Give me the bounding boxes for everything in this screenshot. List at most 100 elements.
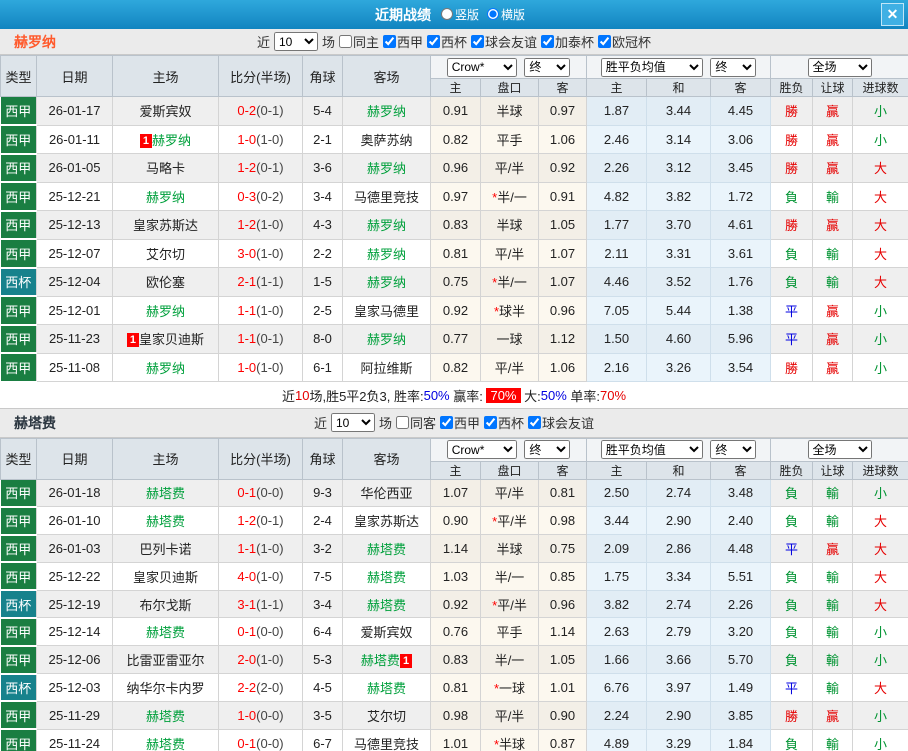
cell-date: 25-12-22 xyxy=(36,561,113,591)
layout-mode-option[interactable]: 横版 xyxy=(487,6,525,23)
away-team-name: 奥萨苏纳 xyxy=(360,132,413,148)
cell-competition-type: 西甲 xyxy=(0,296,37,326)
competition-filter[interactable]: 球会友谊 xyxy=(528,413,594,432)
competition-filter[interactable]: 西甲 xyxy=(382,32,423,51)
summary-part: 10 xyxy=(294,387,310,403)
halftime-score: (1-0) xyxy=(256,568,284,584)
cell-away-team: 赫塔费 xyxy=(342,534,431,563)
cell-handicap: *平/半 xyxy=(480,589,539,619)
cell-score: 0-1(0-0) xyxy=(218,478,303,508)
match-count-select[interactable]: 10 xyxy=(273,32,318,51)
competition-checkbox[interactable] xyxy=(427,35,440,48)
match-row: 西甲 25-11-08 赫罗纳 1-0(1-0) 6-1 阿拉维斯 0.82 平… xyxy=(0,352,908,383)
competition-checkbox[interactable] xyxy=(382,35,396,48)
layout-mode-radio[interactable] xyxy=(487,8,499,21)
home-team-name: 赫塔费 xyxy=(145,625,185,641)
halftime-score: (1-1) xyxy=(256,596,284,612)
col-odds-away: 客 xyxy=(538,460,587,480)
cell-avg-draw: 3.29 xyxy=(646,728,711,751)
close-icon[interactable]: ✕ xyxy=(881,3,904,26)
competition-checkbox[interactable] xyxy=(541,35,555,48)
cell-wdl-result: 負 xyxy=(770,589,814,619)
competition-filter[interactable]: 球会友谊 xyxy=(471,32,537,51)
scope-select[interactable]: 全场 xyxy=(807,57,872,77)
same-venue-checkbox[interactable] xyxy=(338,35,352,48)
competition-checkbox[interactable] xyxy=(484,416,498,429)
odds-company-select[interactable]: Crow* xyxy=(446,440,517,459)
cell-score: 2-2(2-0) xyxy=(218,673,303,702)
competition-checkbox[interactable] xyxy=(598,35,612,48)
competition-filter[interactable]: 欧冠杯 xyxy=(598,32,651,51)
layout-mode-radio[interactable] xyxy=(440,8,453,21)
cell-date: 26-01-03 xyxy=(36,534,113,563)
cell-wdl-result: 負 xyxy=(770,728,814,751)
avg-select-cell: 胜平负均值 终 xyxy=(585,437,772,462)
col-odds-home: 主 xyxy=(430,78,481,97)
cell-handicap: 平/半 xyxy=(480,153,539,183)
cell-avg-draw: 2.79 xyxy=(646,617,711,647)
scope-select[interactable]: 全场 xyxy=(807,440,872,459)
col-avg-draw: 和 xyxy=(646,78,711,97)
match-row: 西甲 26-01-17 爱斯宾奴 0-2(0-1) 5-4 赫罗纳 0.91 半… xyxy=(0,96,908,126)
final-odds-select[interactable]: 终 xyxy=(524,440,571,459)
same-venue-checkbox[interactable] xyxy=(395,416,409,429)
cell-away-team: 赫罗纳 xyxy=(342,267,431,297)
cell-avg-away: 2.26 xyxy=(709,589,772,619)
halftime-score: (1-0) xyxy=(256,359,284,375)
cell-avg-draw: 3.31 xyxy=(646,238,711,268)
cell-away-team: 爱斯宾奴 xyxy=(342,617,431,647)
final-avg-select[interactable]: 终 xyxy=(710,440,757,459)
cell-date: 26-01-10 xyxy=(36,506,113,536)
away-team-name: 皇家马德里 xyxy=(353,303,419,319)
cell-home-odds: 0.75 xyxy=(430,267,481,297)
avg-type-select[interactable]: 胜平负均值 xyxy=(600,57,703,77)
competition-checkbox[interactable] xyxy=(471,35,485,48)
cell-competition-type: 西甲 xyxy=(0,96,37,126)
odds-company-select[interactable]: Crow* xyxy=(446,57,517,77)
avg-type-select[interactable]: 胜平负均值 xyxy=(600,440,703,459)
cell-competition-type: 西甲 xyxy=(0,153,37,183)
cell-wdl-result: 負 xyxy=(770,506,814,536)
competition-filter[interactable]: 加泰杯 xyxy=(541,32,594,51)
same-venue-filter[interactable]: 同客 xyxy=(395,413,436,432)
cell-wdl-result: 勝 xyxy=(770,96,814,126)
cell-avg-home: 2.26 xyxy=(586,153,647,183)
final-odds-select[interactable]: 终 xyxy=(524,57,571,77)
layout-mode-label: 竖版 xyxy=(454,7,479,22)
halftime-score: (1-0) xyxy=(256,302,284,318)
competition-filter[interactable]: 西甲 xyxy=(440,413,480,432)
fulltime-score: 1-1 xyxy=(237,331,257,347)
cell-corner: 3-4 xyxy=(302,181,343,211)
competition-checkbox[interactable] xyxy=(528,416,542,429)
cell-avg-draw: 3.44 xyxy=(646,96,711,126)
away-team-name: 赫塔费 xyxy=(366,569,406,585)
cell-competition-type: 西杯 xyxy=(0,590,37,619)
cell-away-team: 赫塔费 1 xyxy=(342,645,431,675)
cell-corner: 8-0 xyxy=(302,324,343,354)
final-avg-select[interactable]: 终 xyxy=(710,57,757,77)
match-count-select[interactable]: 10 xyxy=(330,413,375,432)
cell-goals-result: 小 xyxy=(852,617,908,647)
fulltime-score: 3-0 xyxy=(237,245,257,261)
col-handicap: 盘口 xyxy=(480,460,539,480)
competition-filter[interactable]: 西杯 xyxy=(484,413,524,432)
cell-wdl-result: 勝 xyxy=(770,124,814,154)
competition-checkbox[interactable] xyxy=(440,416,453,429)
cell-away-team: 赫罗纳 xyxy=(342,324,431,354)
cell-date: 25-12-06 xyxy=(36,645,113,675)
same-venue-filter[interactable]: 同主 xyxy=(338,32,379,51)
cell-competition-type: 西甲 xyxy=(0,125,37,155)
cell-avg-home: 7.05 xyxy=(586,295,647,325)
cell-score: 0-1(0-0) xyxy=(218,617,303,647)
cell-away-odds: 0.98 xyxy=(538,506,587,536)
away-team-name: 赫罗纳 xyxy=(366,275,406,291)
cell-score: 0-1(0-0) xyxy=(218,728,303,751)
cell-competition-type: 西甲 xyxy=(0,210,37,240)
cell-handicap: *半球 xyxy=(480,728,539,751)
match-row: 西杯 25-12-03 纳华尔卡内罗 2-2(2-0) 4-5 赫塔费 0.81… xyxy=(0,673,908,703)
cell-away-team: 赫塔费 xyxy=(342,589,431,619)
layout-mode-option[interactable]: 竖版 xyxy=(440,6,479,23)
handicap-value: 平/半 xyxy=(497,597,527,613)
competition-filter[interactable]: 西杯 xyxy=(427,32,467,51)
cell-away-odds: 0.92 xyxy=(538,153,587,183)
